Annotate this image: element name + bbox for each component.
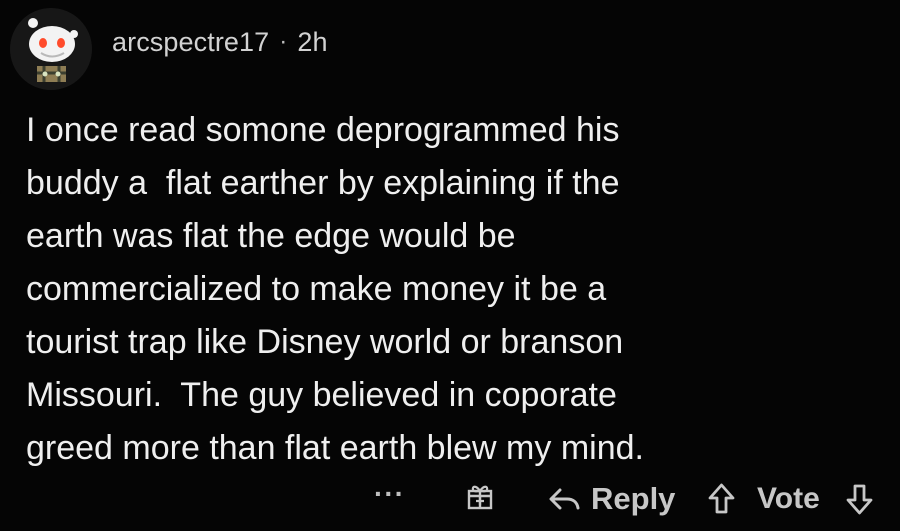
timestamp: 2h [297,26,328,57]
upvote-arrow-icon[interactable] [706,482,737,516]
comment-line: commercialized to make money it be a [26,270,607,308]
comment-line: tourist trap like Disney world or branso… [26,323,624,361]
snoo-avatar-icon [10,8,92,90]
vote-controls: Vote [706,478,875,520]
downvote-arrow-icon[interactable] [844,482,875,516]
comment-line: Missouri. The guy believed in coporate [26,376,617,414]
comment-body: I once read somone deprogrammed his budd… [26,104,876,475]
comment-actions: ··· Reply Vote [0,474,900,526]
comment-line: greed more than flat earth blew my mind. [26,429,644,467]
reply-label: Reply [591,481,676,516]
avatar[interactable] [10,8,92,90]
vote-label: Vote [757,482,820,515]
username[interactable]: arcspectre17 [112,27,269,58]
gift-icon[interactable] [464,481,496,513]
reply-arrow-icon [549,488,580,510]
comment-line: I once read somone deprogrammed his [26,111,620,149]
comment-line: buddy a flat earther by explaining if th… [26,164,620,202]
more-options-button[interactable]: ··· [374,480,406,508]
reply-button[interactable]: Reply [547,478,675,520]
comment-meta: arcspectre17 · 2h [112,25,328,59]
meta-separator: · [279,28,288,55]
comment-line: earth was flat the edge would be [26,217,516,255]
comment-card: arcspectre17 · 2h I once read somone dep… [0,0,900,531]
